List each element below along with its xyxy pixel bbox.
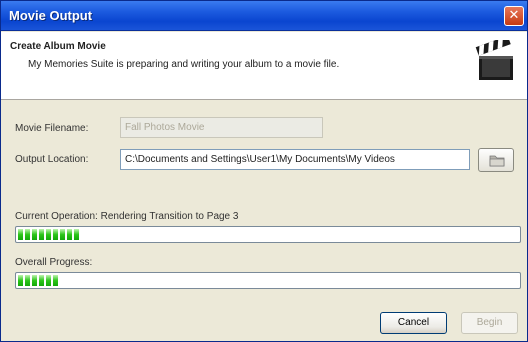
progress-block bbox=[32, 275, 37, 286]
overall-progress-fill bbox=[18, 275, 58, 286]
title-bar[interactable]: Movie Output ✕ bbox=[1, 1, 527, 31]
location-label: Output Location: bbox=[15, 154, 89, 165]
dialog-header: Create Album Movie My Memories Suite is … bbox=[1, 32, 527, 100]
clapperboard-icon bbox=[475, 40, 513, 80]
progress-block bbox=[67, 229, 72, 240]
filename-label: Movie Filename: bbox=[15, 123, 89, 134]
header-title: Create Album Movie bbox=[10, 41, 106, 52]
header-description: My Memories Suite is preparing and writi… bbox=[28, 59, 340, 70]
movie-output-dialog: Movie Output ✕ Create Album Movie My Mem… bbox=[0, 0, 528, 342]
begin-button[interactable]: Begin bbox=[461, 312, 518, 334]
overall-progress-label: Overall Progress: bbox=[15, 257, 93, 268]
progress-block bbox=[53, 229, 58, 240]
current-operation-label: Current Operation: Rendering Transition … bbox=[15, 211, 239, 222]
current-operation-progress-bar bbox=[15, 226, 521, 243]
progress-block bbox=[18, 229, 23, 240]
output-location-field[interactable]: C:\Documents and Settings\User1\My Docum… bbox=[120, 149, 470, 170]
progress-block bbox=[32, 229, 37, 240]
movie-filename-field[interactable]: Fall Photos Movie bbox=[120, 117, 323, 138]
progress-block bbox=[18, 275, 23, 286]
progress-block bbox=[25, 275, 30, 286]
folder-icon bbox=[489, 155, 505, 167]
close-button[interactable]: ✕ bbox=[504, 6, 524, 26]
cancel-button[interactable]: Cancel bbox=[380, 312, 447, 334]
progress-block bbox=[39, 229, 44, 240]
window-title: Movie Output bbox=[9, 8, 93, 23]
browse-button[interactable] bbox=[478, 148, 514, 172]
progress-block bbox=[46, 229, 51, 240]
progress-block bbox=[60, 229, 65, 240]
progress-block bbox=[53, 275, 58, 286]
progress-block bbox=[46, 275, 51, 286]
current-progress-fill bbox=[18, 229, 83, 240]
progress-block bbox=[74, 229, 79, 240]
progress-block bbox=[39, 275, 44, 286]
progress-block bbox=[25, 229, 30, 240]
overall-progress-bar bbox=[15, 272, 521, 289]
